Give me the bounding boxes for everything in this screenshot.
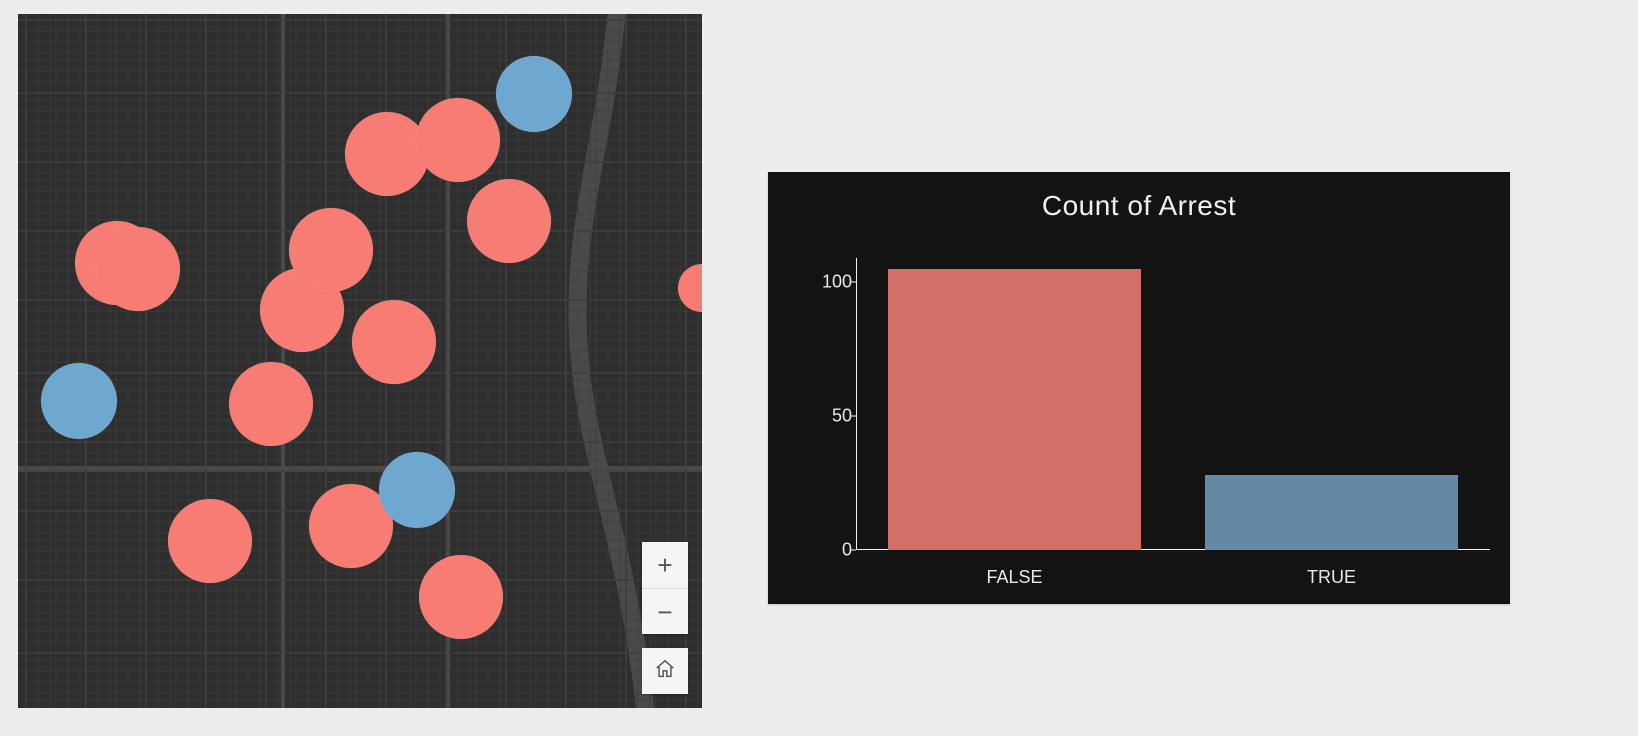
zoom-in-button[interactable]: +	[642, 542, 688, 588]
map-point-false[interactable]	[352, 300, 436, 384]
map-panel[interactable]: + −	[18, 14, 702, 708]
map-point-false[interactable]	[289, 208, 373, 292]
x-tick-label: TRUE	[1173, 567, 1490, 588]
map-controls: + −	[642, 542, 688, 694]
x-tick-label: FALSE	[856, 567, 1173, 588]
bar-true[interactable]	[1205, 475, 1459, 550]
map-point-false[interactable]	[168, 499, 252, 583]
chart-panel: Count of Arrest 0 50 100 FALSETRUE	[768, 172, 1510, 604]
map-point-true[interactable]	[496, 56, 572, 132]
chart-title: Count of Arrest	[768, 190, 1510, 222]
map-point-false[interactable]	[345, 112, 429, 196]
map-point-false[interactable]	[229, 362, 313, 446]
home-extent-button[interactable]	[642, 648, 688, 694]
y-tick-label: 0	[812, 540, 852, 561]
map-point-true[interactable]	[41, 363, 117, 439]
chart-plot-area: 050100	[812, 258, 1490, 550]
x-axis-labels: FALSETRUE	[856, 567, 1490, 588]
bar-slot	[856, 258, 1173, 550]
plus-icon: +	[657, 552, 672, 578]
map-point-false[interactable]	[467, 179, 551, 263]
bar-false[interactable]	[888, 269, 1142, 550]
y-tick-label: 100	[812, 272, 852, 293]
map-point-true[interactable]	[379, 452, 455, 528]
zoom-control: + −	[642, 542, 688, 634]
zoom-out-button[interactable]: −	[642, 588, 688, 634]
bar-slot	[1173, 258, 1490, 550]
map-point-false[interactable]	[96, 227, 180, 311]
map-point-false[interactable]	[419, 555, 503, 639]
minus-icon: −	[657, 599, 672, 625]
home-icon	[654, 658, 676, 684]
map-point-false[interactable]	[416, 98, 500, 182]
map-surface[interactable]	[18, 14, 702, 708]
y-tick-label: 50	[812, 406, 852, 427]
